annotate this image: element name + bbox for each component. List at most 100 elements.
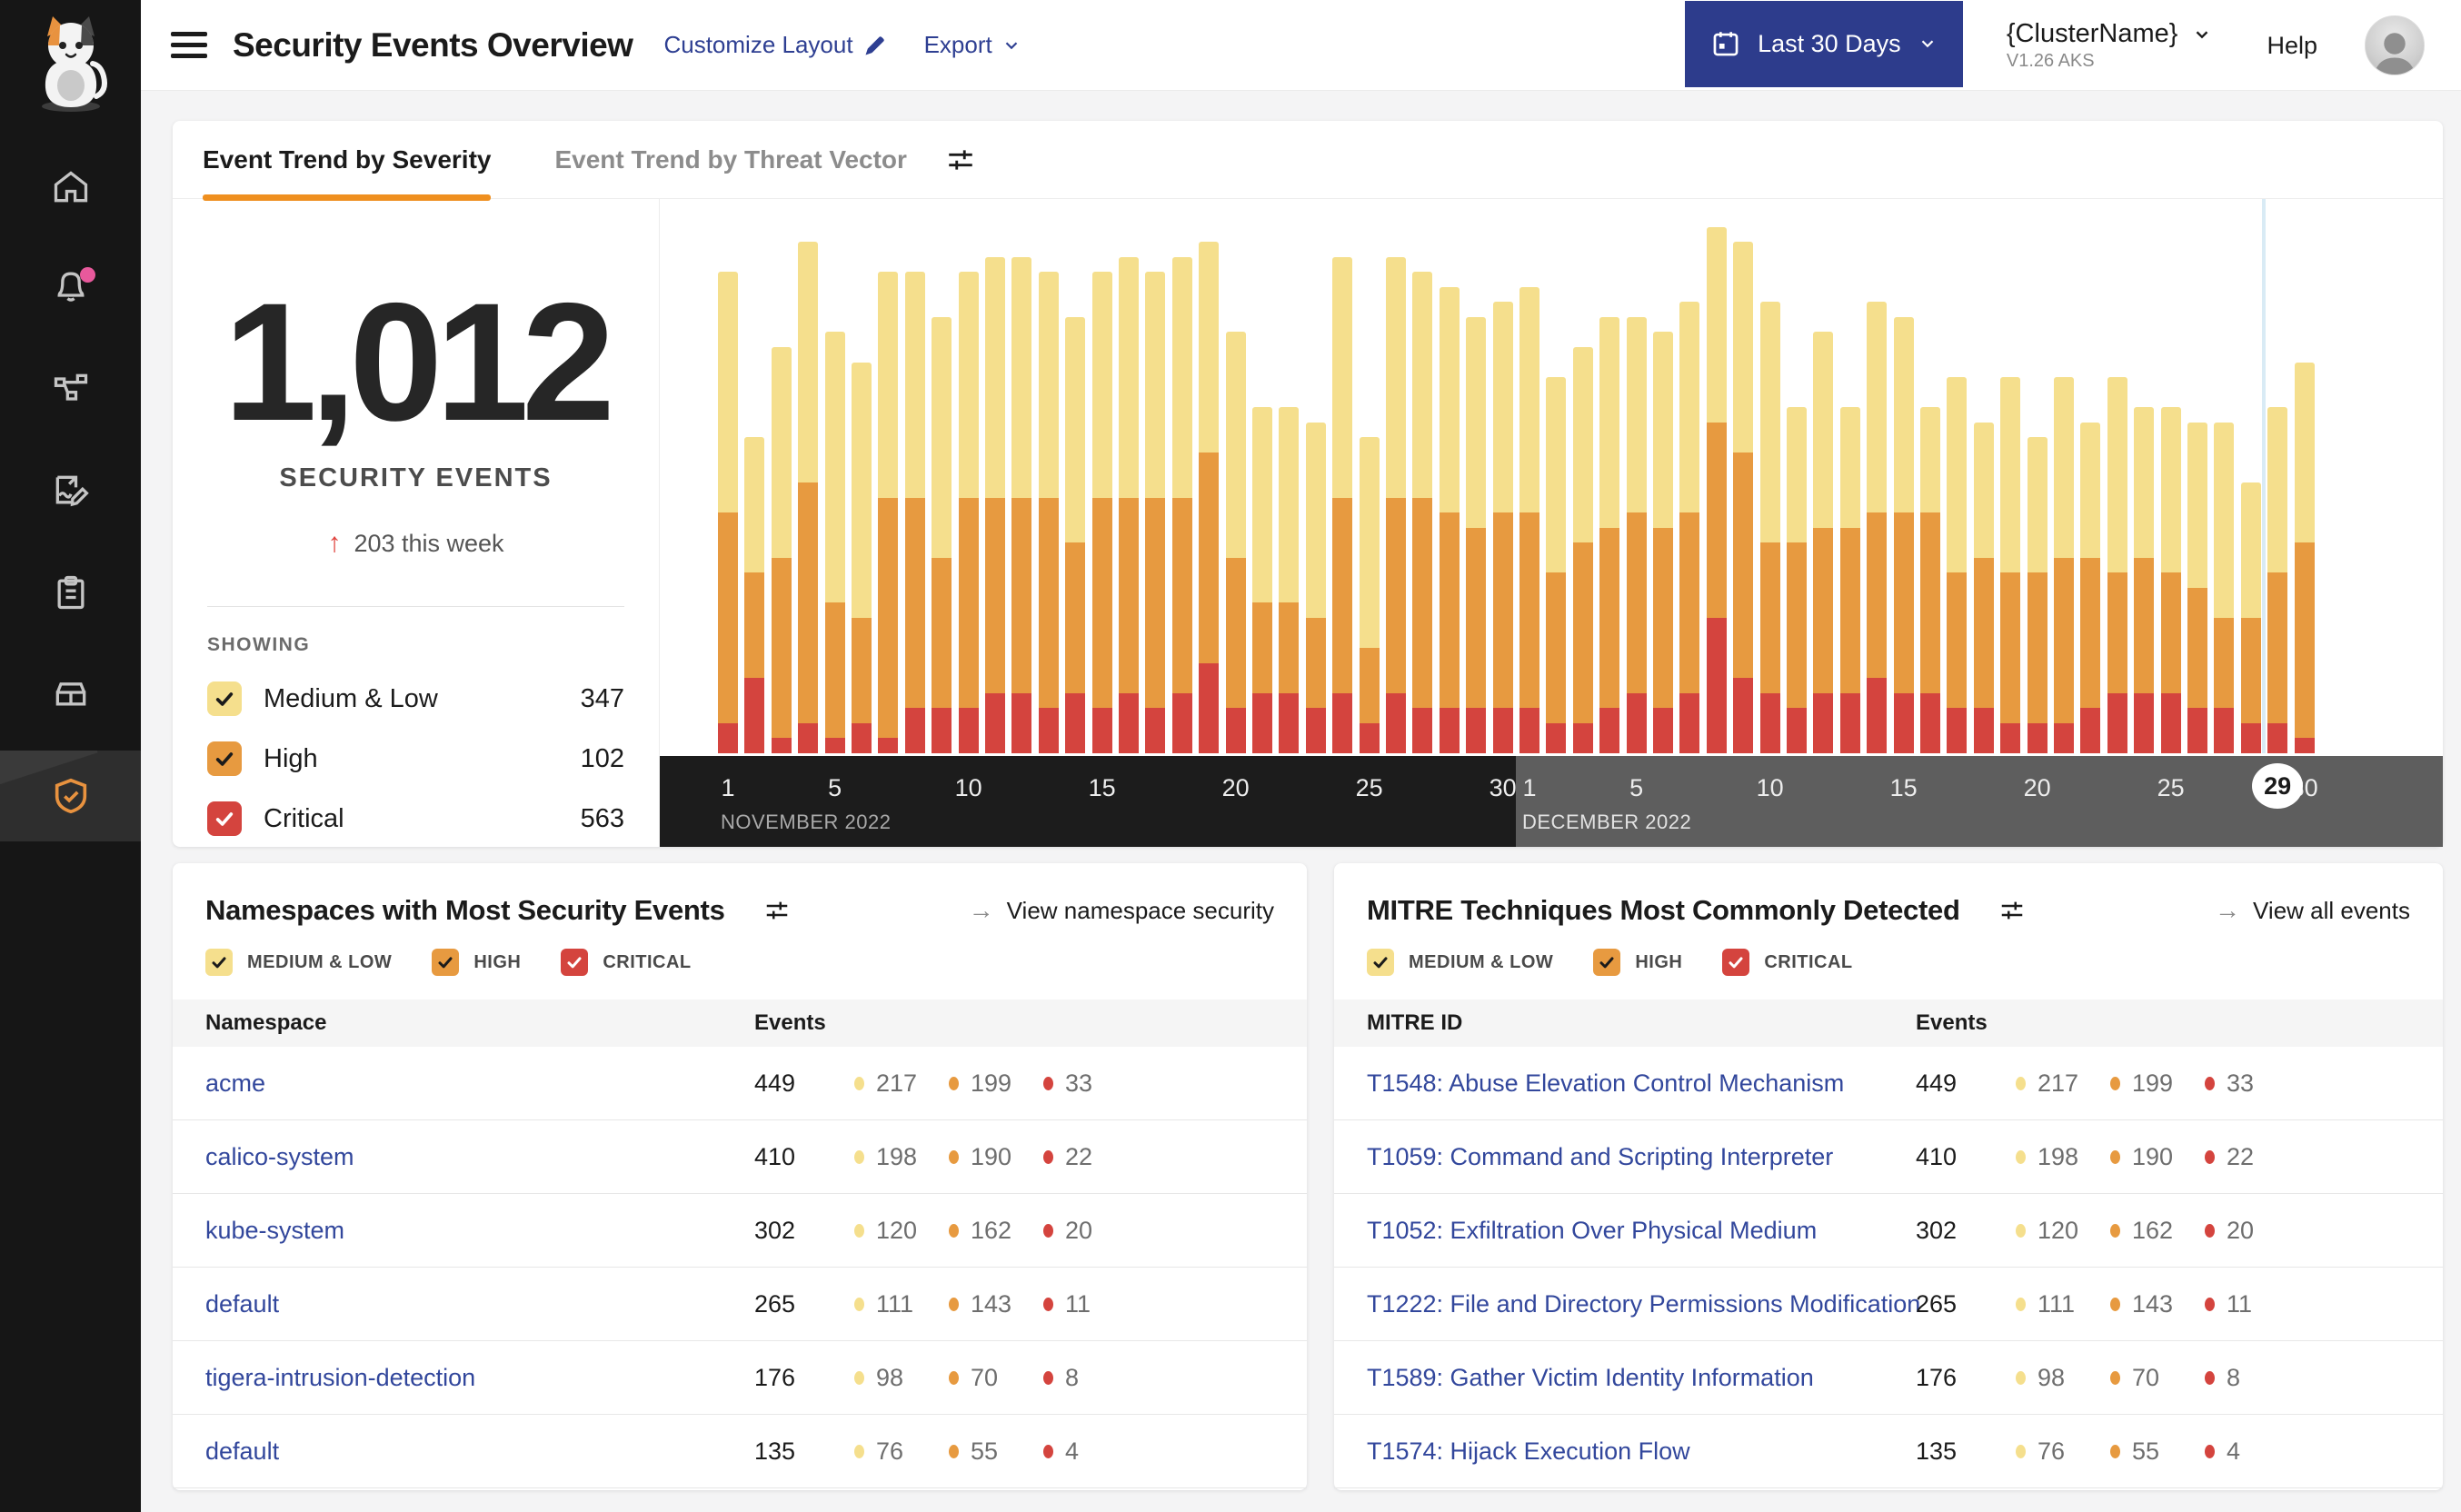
filter-chip[interactable]: HIGH [1593, 949, 1682, 976]
sidebar-item-workloads[interactable] [0, 651, 141, 734]
stacked-bar[interactable] [1145, 272, 1166, 753]
stacked-bar[interactable] [744, 437, 765, 753]
chart-plot-area[interactable] [660, 199, 2443, 753]
stacked-bar[interactable] [1706, 226, 1727, 753]
row-name-link[interactable]: T1548: Abuse Elevation Control Mechanism [1334, 1069, 1844, 1098]
stacked-bar[interactable] [2294, 362, 2315, 753]
row-name-link[interactable]: T1059: Command and Scripting Interpreter [1334, 1143, 1833, 1171]
stacked-bar[interactable] [1813, 332, 1834, 753]
stacked-bar[interactable] [1252, 407, 1272, 753]
severity-checkbox[interactable] [207, 741, 242, 776]
stacked-bar[interactable] [2080, 422, 2101, 753]
stacked-bar[interactable] [1947, 377, 1968, 753]
severity-checkbox[interactable] [432, 949, 460, 976]
chart-settings-sliders-icon[interactable] [945, 144, 976, 175]
legend-row[interactable]: Critical 563 [207, 801, 624, 836]
stacked-bar[interactable] [798, 242, 819, 753]
user-avatar[interactable] [2365, 15, 2425, 75]
legend-row[interactable]: Medium & Low 347 [207, 681, 624, 716]
view-namespace-security-link[interactable]: → View namespace security [969, 896, 1274, 925]
card-settings-sliders-icon[interactable] [763, 897, 791, 924]
stacked-bar[interactable] [932, 316, 952, 753]
stacked-bar[interactable] [2134, 407, 2155, 753]
sidebar-item-service-graph[interactable] [0, 347, 141, 431]
sidebar-item-threat-defense[interactable] [0, 751, 141, 841]
severity-checkbox[interactable] [207, 801, 242, 836]
stacked-bar[interactable] [1492, 302, 1513, 753]
row-name-link[interactable]: calico-system [173, 1143, 354, 1171]
sidebar-item-alerts[interactable] [0, 244, 141, 327]
stacked-bar[interactable] [1679, 302, 1700, 753]
stacked-bar[interactable] [852, 362, 872, 753]
filter-chip[interactable]: HIGH [432, 949, 521, 976]
cluster-selector[interactable]: {ClusterName} V1.26 AKS [2007, 19, 2213, 72]
row-name-link[interactable]: T1052: Exfiltration Over Physical Medium [1334, 1217, 1817, 1245]
stacked-bar[interactable] [2054, 377, 2074, 753]
stacked-bar[interactable] [1572, 346, 1593, 753]
row-name-link[interactable]: T1574: Hijack Execution Flow [1334, 1437, 1690, 1466]
stacked-bar[interactable] [1091, 272, 1112, 753]
stacked-bar[interactable] [878, 272, 899, 753]
severity-checkbox[interactable] [1593, 949, 1621, 976]
stacked-bar[interactable] [1359, 437, 1380, 753]
stacked-bar[interactable] [2240, 482, 2261, 753]
stacked-bar[interactable] [1920, 407, 1940, 753]
stacked-bar[interactable] [824, 332, 845, 753]
filter-chip[interactable]: CRITICAL [561, 949, 691, 976]
severity-checkbox[interactable] [561, 949, 589, 976]
stacked-bar[interactable] [1332, 256, 1353, 753]
stacked-bar[interactable] [1759, 302, 1780, 753]
stacked-bar[interactable] [1973, 422, 1994, 753]
row-name-link[interactable]: kube-system [173, 1217, 344, 1245]
stacked-bar[interactable] [985, 256, 1005, 753]
tab-event-trend-by-threat-vector[interactable]: Event Trend by Threat Vector [554, 121, 906, 199]
stacked-bar[interactable] [1439, 286, 1460, 753]
stacked-bar[interactable] [1519, 286, 1539, 753]
stacked-bar[interactable] [1599, 316, 1620, 753]
stacked-bar[interactable] [1038, 272, 1059, 753]
stacked-bar[interactable] [2107, 377, 2127, 753]
stacked-bar[interactable] [1225, 332, 1246, 753]
legend-row[interactable]: High 102 [207, 741, 624, 776]
stacked-bar[interactable] [2214, 422, 2235, 753]
customize-layout-button[interactable]: Customize Layout [663, 31, 887, 59]
sidebar-item-policies[interactable] [0, 449, 141, 532]
stacked-bar[interactable] [1119, 256, 1139, 753]
stacked-bar[interactable] [1733, 242, 1754, 753]
row-name-link[interactable]: T1589: Gather Victim Identity Informatio… [1334, 1364, 1814, 1392]
sidebar-item-home[interactable] [0, 145, 141, 229]
stacked-bar[interactable] [1279, 407, 1300, 753]
stacked-bar[interactable] [1386, 256, 1406, 753]
tab-event-trend-by-severity[interactable]: Event Trend by Severity [203, 121, 492, 201]
stacked-bar[interactable] [771, 346, 792, 753]
filter-chip[interactable]: MEDIUM & LOW [1367, 949, 1553, 976]
stacked-bar[interactable] [1065, 316, 1086, 753]
stacked-bar[interactable] [1305, 422, 1326, 753]
stacked-bar[interactable] [958, 272, 979, 753]
help-link[interactable]: Help [2267, 32, 2317, 60]
stacked-bar[interactable] [2187, 422, 2207, 753]
row-name-link[interactable]: default [173, 1437, 279, 1466]
stacked-bar[interactable] [2267, 407, 2288, 753]
stacked-bar[interactable] [1546, 377, 1567, 753]
stacked-bar[interactable] [1626, 316, 1647, 753]
stacked-bar[interactable] [1867, 302, 1888, 753]
hamburger-menu-icon[interactable] [171, 25, 207, 65]
stacked-bar[interactable] [1653, 332, 1673, 753]
stacked-bar[interactable] [1893, 316, 1914, 753]
severity-checkbox[interactable] [1722, 949, 1750, 976]
stacked-bar[interactable] [1787, 407, 1807, 753]
filter-chip[interactable]: CRITICAL [1722, 949, 1852, 976]
stacked-bar[interactable] [904, 272, 925, 753]
stacked-bar[interactable] [1839, 407, 1860, 753]
date-range-button[interactable]: Last 30 Days [1684, 0, 1963, 87]
stacked-bar[interactable] [1011, 256, 1032, 753]
stacked-bar[interactable] [2027, 437, 2048, 753]
stacked-bar[interactable] [2000, 377, 2021, 753]
filter-chip[interactable]: MEDIUM & LOW [205, 949, 392, 976]
row-name-link[interactable]: T1222: File and Directory Permissions Mo… [1334, 1290, 1920, 1318]
severity-checkbox[interactable] [1367, 949, 1394, 976]
stacked-bar[interactable] [2160, 407, 2181, 753]
card-settings-sliders-icon[interactable] [1998, 897, 2026, 924]
severity-checkbox[interactable] [205, 949, 233, 976]
